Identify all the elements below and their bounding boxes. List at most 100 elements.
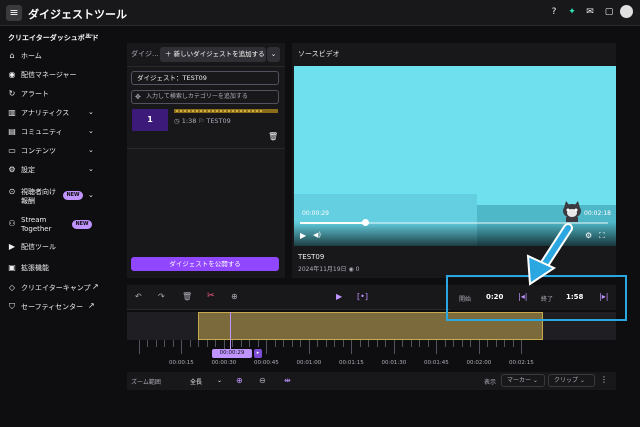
sparkle-icon[interactable]: ✦	[566, 6, 578, 18]
ruler-tick	[504, 340, 505, 347]
ruler-tick	[376, 340, 378, 347]
ruler-tick-label: 00:01:00	[296, 360, 322, 366]
community-icon: ▤	[8, 127, 16, 136]
undo-icon[interactable]: ↶	[135, 292, 142, 301]
sidebar-item-home[interactable]: ⌂ ホーム	[0, 48, 104, 66]
clip-dropdown[interactable]: クリップ ⌄	[548, 374, 595, 387]
external-link-icon: ↗	[92, 282, 99, 291]
play-icon[interactable]: ▶	[300, 231, 306, 240]
collapse-icon[interactable]: ⇤	[86, 31, 94, 41]
sidebar-item-content[interactable]: ▭ コンテンツ ⌄	[0, 143, 104, 161]
ruler-tick	[266, 340, 267, 354]
scissors-icon[interactable]: ✂	[207, 291, 215, 301]
more-options-icon[interactable]: ⋮	[600, 375, 608, 384]
category-search-input[interactable]: 入力して検索しカテゴリーを追加する	[131, 90, 279, 104]
help-icon[interactable]: ?	[548, 6, 560, 18]
ruler-tick-label: 00:01:15	[339, 360, 364, 366]
chat-icon[interactable]: ▢	[603, 6, 615, 18]
add-digest-button[interactable]: ＋ 新しいダイジェストを追加する	[160, 47, 266, 62]
ruler-tick	[351, 340, 352, 354]
ruler-tick-label: 00:00:30	[211, 360, 237, 366]
sidebar-item-viewer-rewards[interactable]: ⊙ 視聴者向け 報酬 NEW ⌄	[0, 184, 104, 208]
sidebar-item-community[interactable]: ▤ コミュニティ ⌄	[0, 124, 104, 142]
sidebar-item-safety-center[interactable]: ⛉ セーフティセンター ↗	[0, 299, 104, 317]
ruler-tick	[249, 340, 250, 347]
ruler-tick	[521, 340, 522, 354]
view-count: 0	[355, 266, 360, 273]
redo-icon[interactable]: ↷	[158, 292, 165, 301]
ruler-tick-label: 00:00:45	[254, 360, 279, 366]
zoom-out-icon[interactable]: ⊖	[259, 376, 266, 385]
ruler-tick	[232, 340, 233, 347]
ruler-tick	[257, 340, 259, 347]
fullscreen-icon[interactable]: ⛶	[599, 231, 605, 241]
seek-bar-progress	[300, 222, 365, 224]
digest-panel-title: ダイジ...	[131, 50, 159, 58]
zoom-in-icon[interactable]: ⊕	[236, 376, 243, 385]
ruler-tick	[308, 340, 310, 354]
source-video-title: ソースビデオ	[298, 50, 340, 58]
camera-icon: ▶	[8, 242, 16, 251]
ruler-tick	[206, 340, 208, 347]
trash-icon[interactable]: 🗑	[182, 292, 192, 301]
sidebar-item-label: 配信マネージャー	[21, 71, 77, 79]
marker-dropdown[interactable]: マーカー ⌄	[501, 374, 545, 387]
reward-icon: ⊙	[8, 187, 16, 196]
clip-title: TEST09	[206, 117, 231, 125]
plus-icon: ＋	[165, 50, 174, 58]
playhead[interactable]	[230, 312, 231, 350]
ruler-tick	[189, 340, 191, 347]
sidebar-item-settings[interactable]: ⚙ 設定 ⌄	[0, 162, 104, 180]
inbox-icon[interactable]: ✉	[584, 6, 596, 18]
play-icon[interactable]: ▶	[336, 292, 342, 301]
add-marker-icon[interactable]: ⊕	[231, 292, 238, 301]
ruler-tick	[478, 340, 480, 354]
sidebar-item-stream-tools[interactable]: ▶ 配信ツール	[0, 239, 104, 257]
sidebar-item-stream-manager[interactable]: ◉ 配信マネージャー	[0, 67, 104, 85]
fit-icon[interactable]: ⇹	[284, 376, 291, 385]
zoom-range-select[interactable]: 全長	[190, 377, 202, 386]
playhead-arrow-icon[interactable]: ▸	[254, 349, 262, 358]
seek-handle[interactable]	[361, 219, 369, 226]
clip-meta: ◷ 1:38 ⚐ TEST09	[174, 117, 231, 125]
clip-thumbnail[interactable]: 1	[132, 109, 168, 131]
ruler-tick	[359, 340, 361, 347]
volume-icon[interactable]: ◀)	[313, 231, 321, 239]
clip-range-fill	[176, 110, 264, 112]
trash-icon[interactable]: 🗑	[268, 132, 278, 141]
publish-digest-button[interactable]: ダイジェストを公開する	[131, 257, 279, 271]
ruler-tick	[419, 340, 420, 347]
chevron-down-icon[interactable]: ⌄	[267, 47, 280, 62]
ruler-tick	[453, 340, 454, 347]
content-icon: ▭	[8, 146, 16, 155]
sidebar-item-label: セーフティセンター	[21, 303, 84, 311]
video-date: 2024年11月19日	[298, 266, 347, 273]
new-badge: NEW	[72, 220, 92, 229]
ruler-tick	[402, 340, 403, 347]
ruler-tick	[283, 340, 284, 347]
sidebar-item-analytics[interactable]: ▥ アナリティクス ⌄	[0, 105, 104, 123]
gear-icon[interactable]: ⚙	[585, 231, 592, 240]
ruler-tick	[436, 340, 437, 354]
sidebar-item-stream-together[interactable]: ⚇ Stream Together NEW	[0, 213, 104, 237]
sidebar-item-creator-camp[interactable]: ◇ クリエイターキャンプ ↗	[0, 280, 104, 298]
chevron-down-icon: ⌄	[88, 108, 94, 116]
game-controller-icon: ✥	[135, 93, 141, 101]
hamburger-menu-icon[interactable]: ≡	[6, 5, 22, 21]
ruler-tick	[512, 340, 514, 347]
clock-icon: ◷	[174, 117, 182, 125]
chevron-down-icon[interactable]: ⌄	[217, 377, 222, 384]
divider	[127, 148, 285, 149]
chevron-down-icon: ⌄	[88, 165, 94, 173]
clip-duration: 1:38	[181, 117, 197, 125]
sidebar-item-label-line2: Together	[21, 225, 52, 233]
split-icon[interactable]: [•]	[357, 292, 368, 301]
sidebar-item-alerts[interactable]: ↻ アラート	[0, 86, 104, 104]
digest-name-field[interactable]: ダイジェスト：TEST09	[131, 71, 279, 85]
avatar[interactable]	[620, 5, 633, 18]
chevron-down-icon: ⌄	[88, 146, 94, 154]
ruler-tick	[155, 340, 157, 347]
cat-character-image	[563, 201, 581, 222]
broadcast-icon: ◉	[8, 70, 16, 79]
sidebar-item-extensions[interactable]: ▣ 拡張機能	[0, 260, 104, 278]
